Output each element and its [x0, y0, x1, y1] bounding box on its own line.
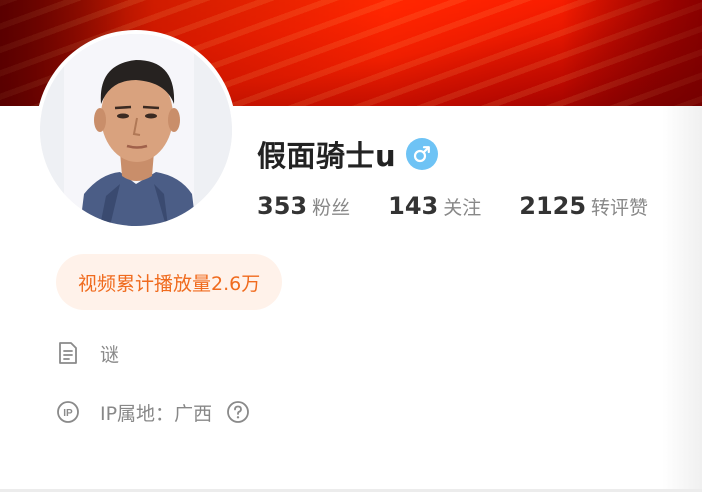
bio-text: 谜 [100, 343, 120, 366]
stat-interactions[interactable]: 2125 转评赞 [519, 192, 648, 220]
interactions-count: 2125 [519, 192, 587, 220]
bio-row: 谜 [56, 339, 119, 367]
followers-count: 353 [257, 192, 308, 220]
ip-row: IP IP属地：广西 [56, 398, 250, 426]
avatar-photo [40, 34, 232, 226]
views-badge[interactable]: 视频累计播放量2.6万 [56, 254, 283, 310]
male-symbol-icon [406, 138, 439, 170]
avatar[interactable] [40, 34, 232, 226]
followers-label: 粉丝 [312, 197, 351, 219]
right-edge-shadow [662, 106, 702, 492]
question-circle-icon[interactable] [226, 400, 250, 424]
document-icon [56, 341, 80, 365]
ip-label: IP属地： [100, 402, 175, 425]
svg-text:IP: IP [63, 408, 73, 419]
views-badge-text: 视频累计播放量2.6万 [78, 272, 261, 295]
following-count: 143 [388, 192, 439, 220]
ip-icon: IP [56, 400, 80, 424]
stat-following[interactable]: 143 关注 [388, 192, 481, 220]
stat-followers[interactable]: 353 粉丝 [257, 192, 350, 220]
ip-location: 广西 [174, 402, 213, 425]
interactions-label: 转评赞 [591, 197, 649, 219]
ip-location-text: IP属地：广西 [100, 399, 212, 426]
name-row: 假面骑士u [257, 134, 439, 174]
profile-card: 假面骑士u 353 粉丝 143 关注 2125 转评赞 视频累计播放量2.6万 [0, 0, 702, 492]
stats-row: 353 粉丝 143 关注 2125 转评赞 [257, 192, 686, 228]
username: 假面骑士u [257, 139, 397, 173]
following-label: 关注 [443, 197, 482, 219]
